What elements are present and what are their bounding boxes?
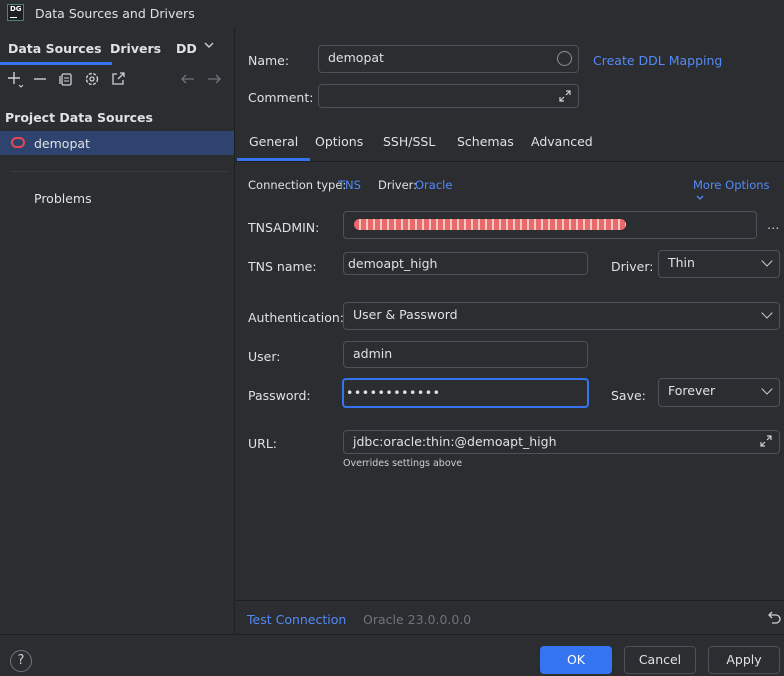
- chevron-down-icon: [761, 383, 773, 395]
- tab-ssh-ssl[interactable]: SSH/SSL: [383, 134, 435, 149]
- add-icon[interactable]: [6, 70, 24, 88]
- apply-button[interactable]: Apply: [708, 646, 780, 674]
- chevron-down-icon: [761, 255, 773, 267]
- driver-version: Oracle 23.0.0.0.0: [363, 612, 472, 627]
- more-options-link[interactable]: More Options: [693, 178, 784, 206]
- title-bar: DG Data Sources and Drivers: [0, 0, 784, 28]
- authentication-label: Authentication:: [248, 310, 344, 325]
- url-label: URL:: [248, 436, 278, 451]
- color-circle-icon[interactable]: [557, 51, 572, 66]
- app-logo-icon: DG: [7, 4, 24, 21]
- name-field[interactable]: demopat: [318, 45, 579, 73]
- duplicate-icon[interactable]: [57, 70, 75, 88]
- window-title: Data Sources and Drivers: [35, 6, 195, 21]
- settings-icon[interactable]: [83, 70, 101, 88]
- redacted-path: [354, 219, 626, 230]
- driver-select-value: Thin: [668, 255, 695, 270]
- tab-general[interactable]: General: [236, 134, 311, 161]
- tab-schemas[interactable]: Schemas: [457, 134, 514, 149]
- help-icon[interactable]: ?: [10, 650, 32, 672]
- ok-button[interactable]: OK: [540, 646, 612, 674]
- name-value: demopat: [328, 50, 384, 65]
- connection-type-label: Connection type:: [248, 178, 347, 192]
- tab-advanced[interactable]: Advanced: [531, 134, 593, 149]
- expand-icon[interactable]: [558, 89, 572, 107]
- right-panel: Name: demopat Create DDL Mapping Comment…: [236, 28, 784, 634]
- revert-icon[interactable]: [766, 609, 782, 628]
- tnsadmin-label: TNSADMIN:: [248, 220, 320, 235]
- driver-label: Driver:: [378, 178, 418, 192]
- browse-ellipsis-icon[interactable]: …: [767, 217, 780, 232]
- settings-tabs: General Options SSH/SSL Schemas Advanced: [236, 126, 784, 162]
- divider: [10, 171, 228, 172]
- tns-name-field[interactable]: demoapt_high: [343, 252, 588, 275]
- password-field[interactable]: ••••••••••••: [342, 378, 589, 408]
- comment-label: Comment:: [248, 90, 314, 105]
- user-field[interactable]: admin: [343, 341, 588, 368]
- test-connection-link[interactable]: Test Connection: [247, 612, 346, 627]
- open-external-icon[interactable]: [109, 70, 127, 88]
- project-data-sources-heading: Project Data Sources: [5, 110, 153, 125]
- comment-field[interactable]: [318, 84, 579, 108]
- url-value: jdbc:oracle:thin:@demoapt_high: [353, 434, 557, 449]
- name-label: Name:: [248, 53, 290, 68]
- create-ddl-mapping-link[interactable]: Create DDL Mapping: [593, 53, 722, 68]
- left-panel: Data Sources Drivers DD Project Data Sou…: [0, 28, 235, 634]
- cancel-button[interactable]: Cancel: [624, 646, 696, 674]
- save-value: Forever: [668, 383, 716, 398]
- driver-value[interactable]: Oracle: [415, 178, 452, 192]
- authentication-select[interactable]: User & Password: [343, 302, 780, 330]
- data-source-item[interactable]: demopat: [0, 131, 234, 155]
- forward-arrow-icon[interactable]: [205, 70, 223, 88]
- chevron-down-icon: [696, 195, 704, 200]
- user-label: User:: [248, 349, 281, 364]
- left-tabs: Data Sources Drivers DD: [0, 36, 235, 65]
- driver-select-label: Driver:: [611, 259, 654, 274]
- expand-icon[interactable]: [759, 434, 773, 452]
- url-field[interactable]: jdbc:oracle:thin:@demoapt_high: [343, 430, 780, 454]
- tnsadmin-field[interactable]: [343, 211, 757, 239]
- tab-drivers[interactable]: Drivers: [110, 41, 161, 56]
- back-arrow-icon[interactable]: [179, 70, 197, 88]
- chevron-down-icon[interactable]: [200, 38, 218, 56]
- save-label: Save:: [611, 388, 646, 403]
- problems-item[interactable]: Problems: [34, 191, 92, 206]
- tab-ddl[interactable]: DD: [176, 41, 197, 56]
- password-label: Password:: [248, 388, 311, 403]
- connection-type-value[interactable]: TNS: [338, 178, 361, 192]
- driver-select[interactable]: Thin: [658, 250, 780, 278]
- tab-data-sources[interactable]: Data Sources: [0, 41, 112, 65]
- oracle-icon: [11, 137, 25, 148]
- tab-options[interactable]: Options: [315, 134, 363, 149]
- remove-icon[interactable]: [31, 70, 49, 88]
- status-bar: Test Connection Oracle 23.0.0.0.0: [236, 600, 784, 634]
- app-logo-text: DG: [10, 5, 22, 13]
- data-source-label: demopat: [34, 136, 90, 151]
- tns-name-label: TNS name:: [248, 259, 317, 274]
- more-options-label: More Options: [693, 178, 770, 192]
- chevron-down-icon: [761, 307, 773, 319]
- url-hint: Overrides settings above: [343, 458, 463, 469]
- left-toolbar: [0, 68, 235, 92]
- dialog-footer: ? OK Cancel Apply: [0, 634, 784, 676]
- save-select[interactable]: Forever: [658, 378, 780, 407]
- authentication-value: User & Password: [353, 307, 458, 322]
